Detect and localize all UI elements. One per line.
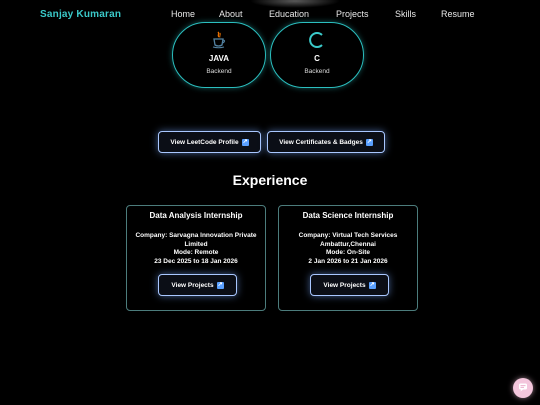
experience-mode: Mode: Remote xyxy=(173,249,219,256)
external-link-icon: ↗ xyxy=(368,281,376,289)
brand-logo[interactable]: Sanjay Kumaran xyxy=(40,9,121,20)
experience-title: Data Science Internship xyxy=(302,211,394,220)
certificates-button-label: View Certificates & Badges xyxy=(279,138,363,146)
nav-link-home[interactable]: Home xyxy=(171,9,195,19)
experience-card: Data Science Internship Company: Virtual… xyxy=(278,205,418,311)
experience-dates: 2 Jan 2026 to 21 Jan 2026 xyxy=(308,257,388,265)
view-leetcode-button[interactable]: View LeetCode Profile ↗ xyxy=(158,131,261,153)
experience-details: Company: Sarvagna Innovation Private Lim… xyxy=(131,232,261,266)
external-link-icon: ↗ xyxy=(241,138,249,146)
skill-card-java: JAVA Backend xyxy=(172,22,266,88)
external-link-icon: ↗ xyxy=(216,281,224,289)
c-language-icon xyxy=(271,31,363,49)
external-link-icon: ↗ xyxy=(365,138,373,146)
view-projects-label: View Projects xyxy=(323,281,366,289)
experience-details: Company: Virtual Tech Services Ambattur,… xyxy=(283,232,413,266)
view-projects-button[interactable]: View Projects ↗ xyxy=(158,274,237,296)
experience-dates: 23 Dec 2025 to 18 Jan 2026 xyxy=(154,257,238,265)
nav-link-skills[interactable]: Skills xyxy=(395,9,416,19)
skill-name: JAVA xyxy=(208,54,230,63)
experience-company: Company: Sarvagna Innovation Private Lim… xyxy=(135,232,257,248)
nav-link-resume[interactable]: Resume xyxy=(441,9,475,19)
nav-glow-decoration xyxy=(250,0,340,8)
experience-mode: Mode: On-Site xyxy=(325,249,371,256)
nav-link-about[interactable]: About xyxy=(219,9,243,19)
experience-company: Company: Virtual Tech Services Ambattur,… xyxy=(298,232,398,248)
java-icon xyxy=(173,31,265,49)
experience-title: Data Analysis Internship xyxy=(149,211,243,220)
experience-card: Data Analysis Internship Company: Sarvag… xyxy=(126,205,266,311)
chat-widget-button[interactable] xyxy=(513,378,533,398)
view-projects-label: View Projects xyxy=(171,281,214,289)
leetcode-button-label: View LeetCode Profile xyxy=(170,138,239,146)
skill-name: C xyxy=(314,54,320,63)
skill-card-c: C Backend xyxy=(270,22,364,88)
nav-link-education[interactable]: Education xyxy=(269,9,309,19)
experience-heading: Experience xyxy=(232,172,308,188)
skill-category: Backend xyxy=(304,68,330,75)
view-certificates-button[interactable]: View Certificates & Badges ↗ xyxy=(267,131,385,153)
navbar: Sanjay Kumaran Home About Education Proj… xyxy=(0,0,540,30)
view-projects-button[interactable]: View Projects ↗ xyxy=(310,274,389,296)
skill-category: Backend xyxy=(206,68,232,75)
chat-icon xyxy=(518,379,528,397)
nav-link-projects[interactable]: Projects xyxy=(336,9,369,19)
